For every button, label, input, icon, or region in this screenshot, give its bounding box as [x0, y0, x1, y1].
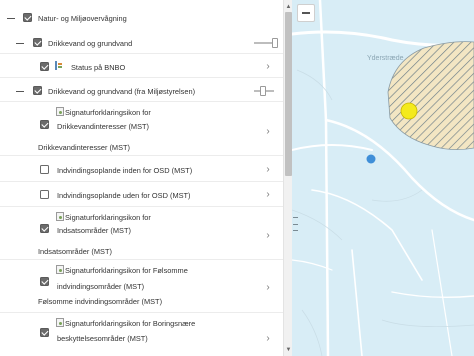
- tree-row-inden-osd[interactable]: Indvindingsoplande inden for OSD (MST) ›: [0, 156, 283, 182]
- group1-label: Drikkevand og grundvand: [48, 39, 133, 48]
- image-alt-line1: Signaturforklaringsikon for: [65, 108, 151, 117]
- drilling-marker: [400, 102, 418, 120]
- root-label: Natur- og Miljøovervågning: [38, 14, 127, 23]
- layer-label: Indsatsområder (MST): [38, 247, 112, 256]
- legend-icon: [55, 61, 62, 70]
- image-alt-line1: Signaturforklaringsikon for Følsomme: [65, 266, 188, 275]
- broken-image-icon: [56, 212, 64, 221]
- image-alt-line2: Indsatsområder (MST): [57, 226, 131, 235]
- checkbox-group1[interactable]: [33, 38, 42, 47]
- opacity-slider[interactable]: [254, 86, 278, 96]
- checkbox-inden-osd[interactable]: [40, 165, 49, 174]
- layer-label: Indvindingsoplande uden for OSD (MST): [57, 191, 191, 200]
- checkbox-bnbo[interactable]: [40, 62, 49, 71]
- layer-panel: Natur- og Miljøovervågning Drikkevand og…: [0, 0, 292, 356]
- chevron-right-icon[interactable]: ›: [264, 230, 272, 241]
- image-alt-line1: Signaturforklaringsikon for: [65, 213, 151, 222]
- image-alt-line2: beskyttelsesområder (MST): [57, 334, 148, 343]
- slider-knob[interactable]: [260, 86, 266, 96]
- layer-label: Indvindingsoplande inden for OSD (MST): [57, 166, 193, 175]
- slider-knob[interactable]: [272, 38, 278, 48]
- checkbox-foelsomme[interactable]: [40, 277, 49, 286]
- scroll-down-arrow[interactable]: ▼: [284, 346, 292, 354]
- checkbox-boringsnaere[interactable]: [40, 328, 49, 337]
- tree-row-foelsomme[interactable]: Signaturforklaringsikon for Følsomme ind…: [0, 260, 283, 313]
- checkbox-group2[interactable]: [33, 86, 42, 95]
- tree-row-bnbo[interactable]: Status på BNBO ›: [0, 54, 283, 78]
- checkbox-uden-osd[interactable]: [40, 190, 49, 199]
- map-canvas: [292, 0, 474, 356]
- tree-row-uden-osd[interactable]: Indvindingsoplande uden for OSD (MST) ›: [0, 182, 283, 207]
- broken-image-icon: [56, 107, 64, 116]
- image-alt-line2: indvindingsområder (MST): [57, 282, 145, 291]
- tree-row-root[interactable]: Natur- og Miljøovervågning: [0, 8, 283, 28]
- tree-row-indsatsomraader[interactable]: Signaturforklaringsikon for Indsatsområd…: [0, 207, 283, 260]
- layer-label: Følsomme indvindingsområder (MST): [38, 297, 163, 306]
- image-alt-line2: Drikkevandinteresser (MST): [57, 122, 149, 131]
- collapse-icon[interactable]: [16, 43, 24, 44]
- place-label: Yderstræde: [367, 55, 404, 62]
- checkbox-indsatsomraader[interactable]: [40, 224, 49, 233]
- checkbox-root[interactable]: [23, 13, 32, 22]
- collapse-icon[interactable]: [7, 18, 15, 19]
- chevron-right-icon[interactable]: ›: [264, 126, 272, 137]
- tree-row-boringsnaere[interactable]: Signaturforklaringsikon for Boringsnære …: [0, 313, 283, 356]
- group2-label: Drikkevand og grundvand (fra Miljøstyrel…: [48, 87, 196, 96]
- checkbox-drikkevandinteresser[interactable]: [40, 120, 49, 129]
- tree-row-group2[interactable]: Drikkevand og grundvand (fra Miljøstyrel…: [0, 80, 283, 102]
- chevron-right-icon[interactable]: ›: [264, 333, 272, 344]
- layer-label: Drikkevandinteresser (MST): [38, 143, 130, 152]
- tree-row-drikkevandinteresser[interactable]: Signaturforklaringsikon for Drikkevandin…: [0, 102, 283, 156]
- panel-resize-handle[interactable]: [293, 217, 298, 231]
- chevron-right-icon[interactable]: ›: [264, 282, 272, 293]
- location-marker: [366, 154, 376, 164]
- collapse-icon[interactable]: [16, 91, 24, 92]
- minus-icon: [302, 12, 310, 14]
- bnbo-label: Status på BNBO: [71, 63, 126, 72]
- image-alt-line1: Signaturforklaringsikon for Boringsnære: [65, 319, 196, 328]
- chevron-right-icon[interactable]: ›: [264, 164, 272, 175]
- tree-row-group1[interactable]: Drikkevand og grundvand: [0, 32, 283, 54]
- chevron-right-icon[interactable]: ›: [264, 189, 272, 200]
- map-view[interactable]: Yderstræde: [292, 0, 474, 356]
- broken-image-icon: [56, 318, 64, 327]
- scroll-up-arrow[interactable]: ▲: [284, 3, 292, 11]
- panel-scrollbar[interactable]: ▲ ▼: [283, 0, 292, 356]
- chevron-right-icon[interactable]: ›: [264, 61, 272, 72]
- zoom-out-button[interactable]: [297, 4, 315, 22]
- scrollbar-thumb[interactable]: [285, 12, 292, 176]
- opacity-slider[interactable]: [254, 38, 278, 48]
- broken-image-icon: [56, 265, 64, 274]
